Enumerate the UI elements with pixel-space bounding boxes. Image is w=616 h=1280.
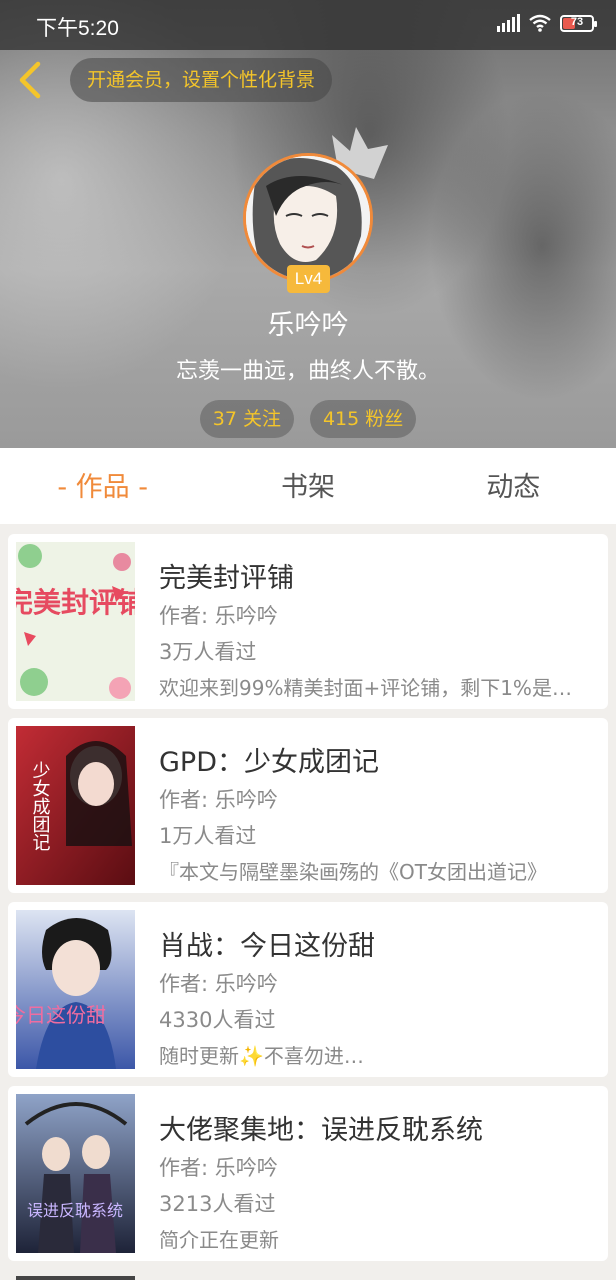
book-title: 完美封评铺: [159, 563, 294, 594]
book-views: 3213人看过: [159, 1192, 276, 1216]
level-badge: Lv4: [287, 265, 330, 293]
book-cover: 误进反耽系统: [16, 1094, 135, 1253]
list-item[interactable]: 少女成团记 GPD：少女成团记 作者: 乐吟吟 1万人看过 『本文与隔壁墨染画殇…: [8, 718, 608, 893]
list-item[interactable]: 完美封评铺 完美封评铺 作者: 乐吟吟 3万人看过 欢迎来到99%精美封面+评论…: [8, 534, 608, 709]
stats-row: 37 关注 415 粉丝: [0, 400, 616, 438]
signature: 忘羡一曲远，曲终人不散。: [175, 359, 440, 384]
signal-icon: [497, 14, 520, 32]
profile-tabs: - 作品 - 书架 动态: [0, 448, 616, 524]
status-time: 下午5:20: [36, 17, 119, 40]
book-title: 大佬聚集地：误进反耽系统: [159, 1115, 483, 1146]
status-icons: 73: [497, 14, 597, 32]
cover-title: 少女成团记: [30, 761, 51, 851]
book-list: 完美封评铺 完美封评铺 作者: 乐吟吟 3万人看过 欢迎来到99%精美封面+评论…: [8, 534, 608, 1270]
book-views: 3万人看过: [159, 640, 257, 664]
cover-title: 今日这份甜: [16, 1003, 106, 1027]
avatar[interactable]: [243, 153, 373, 283]
book-cover: 少女成团记: [16, 726, 135, 885]
following-count[interactable]: 37 关注: [199, 400, 294, 438]
tab-activity[interactable]: 动态: [411, 448, 616, 524]
book-author: 作者: 乐吟吟: [159, 972, 278, 996]
wifi-icon: [529, 14, 551, 32]
book-author: 作者: 乐吟吟: [159, 788, 278, 812]
avatar-illustration: [246, 156, 370, 280]
cover-title: 误进反耽系统: [27, 1201, 123, 1220]
followers-count[interactable]: 415 粉丝: [309, 400, 417, 438]
status-bar: 下午5:20 73: [0, 0, 616, 50]
book-cover: 今日这份甜: [16, 910, 135, 1069]
list-item[interactable]: 误进反耽系统 大佬聚集地：误进反耽系统 作者: 乐吟吟 3213人看过 简介正在…: [8, 1086, 608, 1261]
book-description: 『本文与隔壁墨染画殇的《OT女团出道记》: [159, 860, 547, 884]
book-description: 欢迎来到99%精美封面+评论铺，剩下1%是我的: [159, 676, 589, 700]
book-author: 作者: 乐吟吟: [159, 1156, 278, 1180]
book-title: 肖战：今日这份甜: [159, 931, 375, 962]
vip-background-button[interactable]: 开通会员，设置个性化背景: [70, 58, 333, 102]
book-description: 简介正在更新: [159, 1228, 279, 1252]
tab-bookshelf[interactable]: 书架: [205, 448, 410, 524]
list-item-partial: [16, 1276, 135, 1280]
book-cover: 完美封评铺: [16, 542, 135, 701]
book-author: 作者: 乐吟吟: [159, 604, 278, 628]
book-views: 1万人看过: [159, 824, 257, 848]
battery-icon: 73: [560, 14, 597, 32]
list-item[interactable]: 今日这份甜 肖战：今日这份甜 作者: 乐吟吟 4330人看过 随时更新✨不喜勿进…: [8, 902, 608, 1077]
book-description: 随时更新✨不喜勿进…: [159, 1044, 364, 1068]
book-title: GPD：少女成团记: [159, 747, 379, 778]
back-arrow-icon[interactable]: [12, 60, 48, 100]
book-views: 4330人看过: [159, 1008, 276, 1032]
cover-title: 完美封评铺: [16, 586, 135, 619]
username: 乐吟吟: [267, 310, 349, 341]
tab-works[interactable]: - 作品 -: [0, 448, 205, 524]
